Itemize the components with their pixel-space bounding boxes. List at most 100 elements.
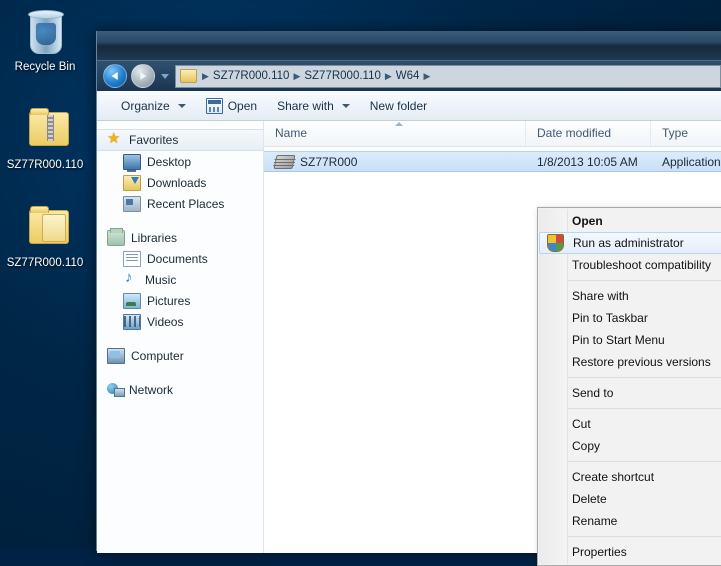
file-name: SZ77R000 (300, 154, 358, 169)
share-with-button[interactable]: Share with (267, 96, 360, 116)
organize-label: Organize (121, 98, 170, 113)
menu-item-label: Properties (572, 545, 627, 559)
sidebar-item-libraries[interactable]: Libraries (97, 227, 263, 248)
column-header-name[interactable]: Name (264, 121, 526, 146)
desktop-icon-label: Recycle Bin (14, 61, 76, 73)
computer-icon (107, 347, 125, 364)
column-headers: Name Date modified Type (264, 121, 721, 147)
menu-item-label: Rename (572, 514, 618, 528)
column-header-date-modified[interactable]: Date modified (526, 121, 651, 146)
desktop-icon-label: SZ77R000.110 (6, 159, 84, 171)
menu-item-restore-previous-versions[interactable]: Restore previous versions (538, 351, 721, 373)
breadcrumb-item-2[interactable]: SZ77R000.110 (301, 70, 384, 82)
sidebar-item-recent-places[interactable]: Recent Places (97, 193, 263, 214)
sidebar-item-music[interactable]: Music (97, 269, 263, 290)
file-date-modified: 1/8/2013 10:05 AM (537, 154, 638, 169)
library-icon (107, 227, 125, 246)
file-type-cell: Application (651, 155, 721, 169)
menu-item-delete[interactable]: Delete (538, 488, 721, 510)
desktop-icon-label: SZ77R000.110 (6, 257, 84, 269)
menu-item-label: Pin to Taskbar (572, 311, 648, 325)
nav-group-network: Network (97, 379, 263, 400)
star-icon (107, 129, 123, 147)
menu-separator (568, 536, 721, 537)
folder-icon (180, 69, 197, 83)
recent-places-icon (123, 195, 141, 212)
menu-item-pin-to-taskbar[interactable]: Pin to Taskbar (538, 307, 721, 329)
sidebar-item-downloads[interactable]: Downloads (97, 172, 263, 193)
music-icon (123, 269, 139, 287)
desktop-icon-zipped-folder[interactable]: SZ77R000.110 (0, 106, 90, 172)
back-button[interactable] (103, 64, 127, 88)
sidebar-item-label: Music (145, 272, 177, 287)
menu-separator (568, 280, 721, 281)
sidebar-item-label: Recent Places (147, 196, 225, 211)
menu-separator (568, 461, 721, 462)
sidebar-item-computer[interactable]: Computer (97, 345, 263, 366)
sidebar-item-label: Network (129, 382, 174, 397)
sidebar-item-label: Libraries (131, 230, 178, 245)
breadcrumb[interactable]: ▶ SZ77R000.110 ▶ SZ77R000.110 ▶ W64 ▶ (175, 64, 721, 88)
new-folder-button[interactable]: New folder (360, 96, 437, 116)
network-icon (107, 382, 125, 397)
share-with-label: Share with (277, 98, 334, 113)
menu-item-create-shortcut[interactable]: Create shortcut (538, 466, 721, 488)
menu-item-pin-to-start-menu[interactable]: Pin to Start Menu (538, 329, 721, 351)
file-name-cell[interactable]: SZ77R000 (264, 154, 526, 169)
organize-button[interactable]: Organize (111, 96, 196, 116)
nav-group-libraries: Libraries Documents Music Pictures (97, 227, 263, 332)
sidebar-item-network[interactable]: Network (97, 379, 263, 400)
file-date-cell: 1/8/2013 10:05 AM (526, 155, 651, 169)
sidebar-item-label: Desktop (147, 154, 192, 169)
address-bar: ▶ SZ77R000.110 ▶ SZ77R000.110 ▶ W64 ▶ (97, 61, 721, 91)
menu-item-label: Create shortcut (572, 470, 655, 484)
menu-item-copy[interactable]: Copy (538, 435, 721, 457)
breadcrumb-item-3[interactable]: W64 (393, 70, 423, 82)
sidebar-item-videos[interactable]: Videos (97, 311, 263, 332)
menu-item-troubleshoot-compatibility[interactable]: Troubleshoot compatibility (538, 254, 721, 276)
menu-item-label: Share with (572, 289, 629, 303)
sidebar-item-label: Downloads (147, 175, 207, 190)
menu-item-open[interactable]: Open (538, 210, 721, 232)
desktop-icon-folder[interactable]: SZ77R000.110 (0, 204, 90, 270)
menu-item-cut[interactable]: Cut (538, 413, 721, 435)
sidebar-item-pictures[interactable]: Pictures (97, 290, 263, 311)
recent-pages-dropdown-icon[interactable] (161, 73, 169, 79)
documents-icon (123, 250, 141, 267)
uac-shield-icon (547, 234, 564, 252)
menu-item-label: Delete (572, 492, 607, 506)
downloads-icon (123, 174, 141, 191)
explorer-window: ▶ SZ77R000.110 ▶ SZ77R000.110 ▶ W64 ▶ Or… (96, 31, 721, 566)
breadcrumb-item-1[interactable]: SZ77R000.110 (210, 70, 293, 82)
breadcrumb-separator: ▶ (423, 70, 431, 81)
desktop-icon (123, 153, 141, 172)
forward-button[interactable] (131, 64, 155, 88)
open-button[interactable]: Open (196, 95, 267, 117)
file-type: Application (662, 154, 721, 169)
sort-ascending-icon (394, 122, 403, 126)
menu-item-run-as-administrator[interactable]: Run as administrator (539, 232, 721, 254)
recycle-bin-icon (21, 8, 69, 58)
menu-separator (568, 377, 721, 378)
chevron-down-icon (177, 103, 186, 108)
column-header-label: Type (662, 126, 689, 140)
desktop-icon-recycle-bin[interactable]: Recycle Bin (0, 8, 90, 74)
table-row[interactable]: SZ77R000 1/8/2013 10:05 AM Application (264, 151, 721, 172)
sidebar-item-desktop[interactable]: Desktop (97, 151, 263, 172)
sidebar-item-favorites[interactable]: Favorites (97, 129, 263, 151)
menu-item-properties[interactable]: Properties (538, 541, 721, 563)
chevron-down-icon (341, 103, 350, 108)
breadcrumb-separator: ▶ (384, 70, 392, 81)
title-bar[interactable] (97, 31, 721, 61)
menu-item-share-with[interactable]: Share with (538, 285, 721, 307)
context-menu: Open Run as administrator Troubleshoot c… (537, 207, 721, 566)
menu-item-label: Cut (572, 417, 591, 431)
menu-separator (568, 408, 721, 409)
desktop: Recycle Bin SZ77R000.110 SZ77R000.110 ▶ … (0, 0, 721, 566)
menu-item-label: Send to (572, 386, 614, 400)
menu-item-label: Restore previous versions (572, 355, 711, 369)
sidebar-item-documents[interactable]: Documents (97, 248, 263, 269)
column-header-type[interactable]: Type (651, 121, 721, 146)
menu-item-send-to[interactable]: Send to (538, 382, 721, 404)
menu-item-rename[interactable]: Rename (538, 510, 721, 532)
